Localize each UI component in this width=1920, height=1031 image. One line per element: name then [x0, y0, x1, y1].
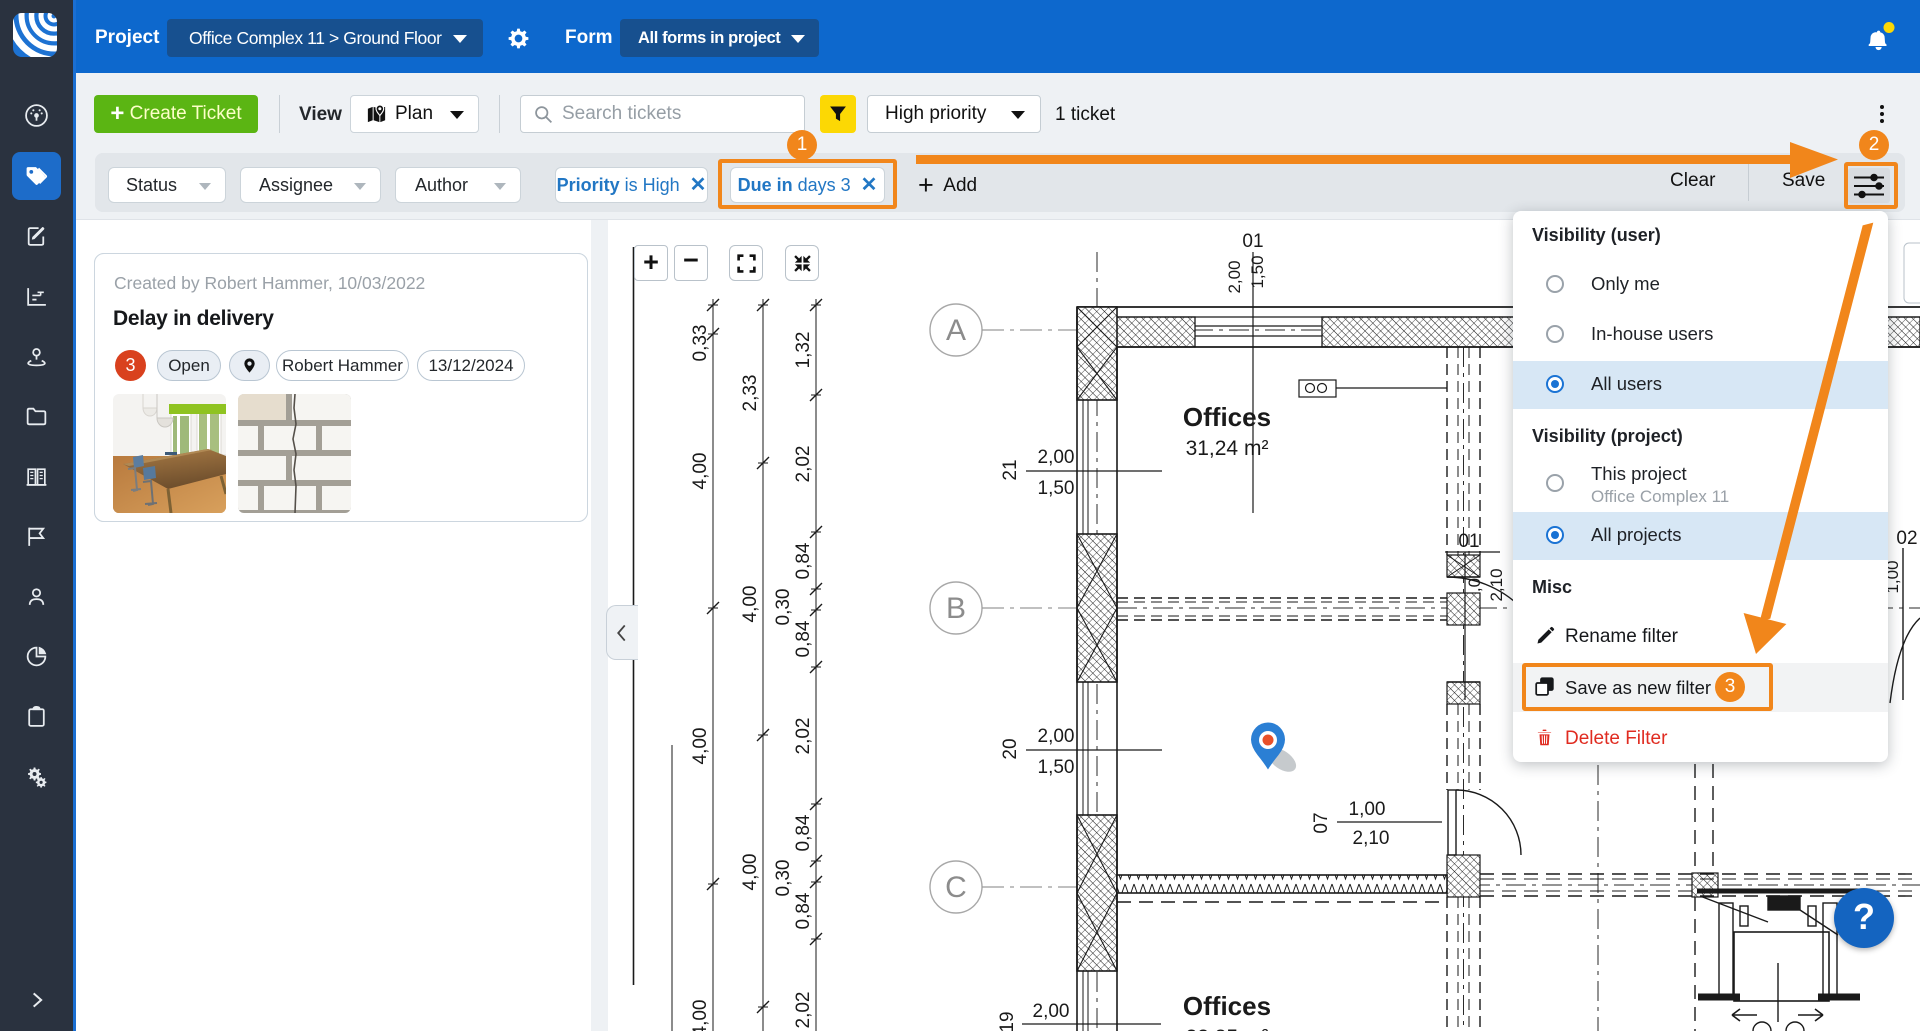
svg-text:2,02: 2,02: [793, 718, 814, 755]
svg-text:21: 21: [1000, 459, 1021, 480]
svg-text:01: 01: [1458, 531, 1479, 552]
svg-text:0,84: 0,84: [793, 814, 814, 851]
svg-text:2,00: 2,00: [1038, 447, 1075, 468]
svg-text:1,50: 1,50: [1248, 255, 1267, 288]
svg-text:20: 20: [1000, 738, 1021, 759]
svg-text:2,10: 2,10: [1353, 828, 1390, 849]
svg-text:2,33: 2,33: [740, 375, 761, 412]
svg-text:4,00: 4,00: [740, 854, 761, 891]
svg-text:4,00: 4,00: [690, 1000, 711, 1031]
svg-text:2,10: 2,10: [1487, 568, 1506, 601]
svg-text:A: A: [946, 314, 966, 347]
svg-text:1,50: 1,50: [1038, 478, 1075, 499]
svg-text:32,85 m²: 32,85 m²: [1186, 1026, 1269, 1031]
svg-text:4,00: 4,00: [740, 586, 761, 623]
svg-text:Offices: Offices: [1183, 402, 1271, 432]
svg-text:31,24 m²: 31,24 m²: [1186, 437, 1269, 460]
svg-text:4,00: 4,00: [690, 453, 711, 490]
svg-text:0,84: 0,84: [793, 620, 814, 657]
svg-text:2,00: 2,00: [1033, 1001, 1070, 1022]
svg-text:0,30: 0,30: [773, 589, 794, 626]
svg-text:2,00: 2,00: [1038, 726, 1075, 747]
svg-text:0,84: 0,84: [793, 892, 814, 929]
svg-text:1,00: 1,00: [1349, 799, 1386, 820]
svg-text:4,00: 4,00: [690, 728, 711, 765]
svg-text:2,00: 2,00: [1225, 260, 1244, 293]
svg-text:Offices: Offices: [1183, 991, 1271, 1021]
svg-text:1,50: 1,50: [1038, 757, 1075, 778]
svg-text:01: 01: [1242, 231, 1263, 252]
svg-text:2,02: 2,02: [793, 992, 814, 1029]
svg-text:2,02: 2,02: [793, 446, 814, 483]
svg-text:02: 02: [1896, 528, 1917, 549]
svg-text:19: 19: [997, 1011, 1018, 1031]
svg-text:07: 07: [1311, 812, 1332, 833]
svg-text:C: C: [945, 871, 967, 904]
svg-text:B: B: [946, 592, 966, 625]
svg-text:0,33: 0,33: [690, 325, 711, 362]
svg-text:1,32: 1,32: [793, 332, 814, 369]
svg-text:0,84: 0,84: [793, 542, 814, 579]
svg-text:0,30: 0,30: [773, 860, 794, 897]
